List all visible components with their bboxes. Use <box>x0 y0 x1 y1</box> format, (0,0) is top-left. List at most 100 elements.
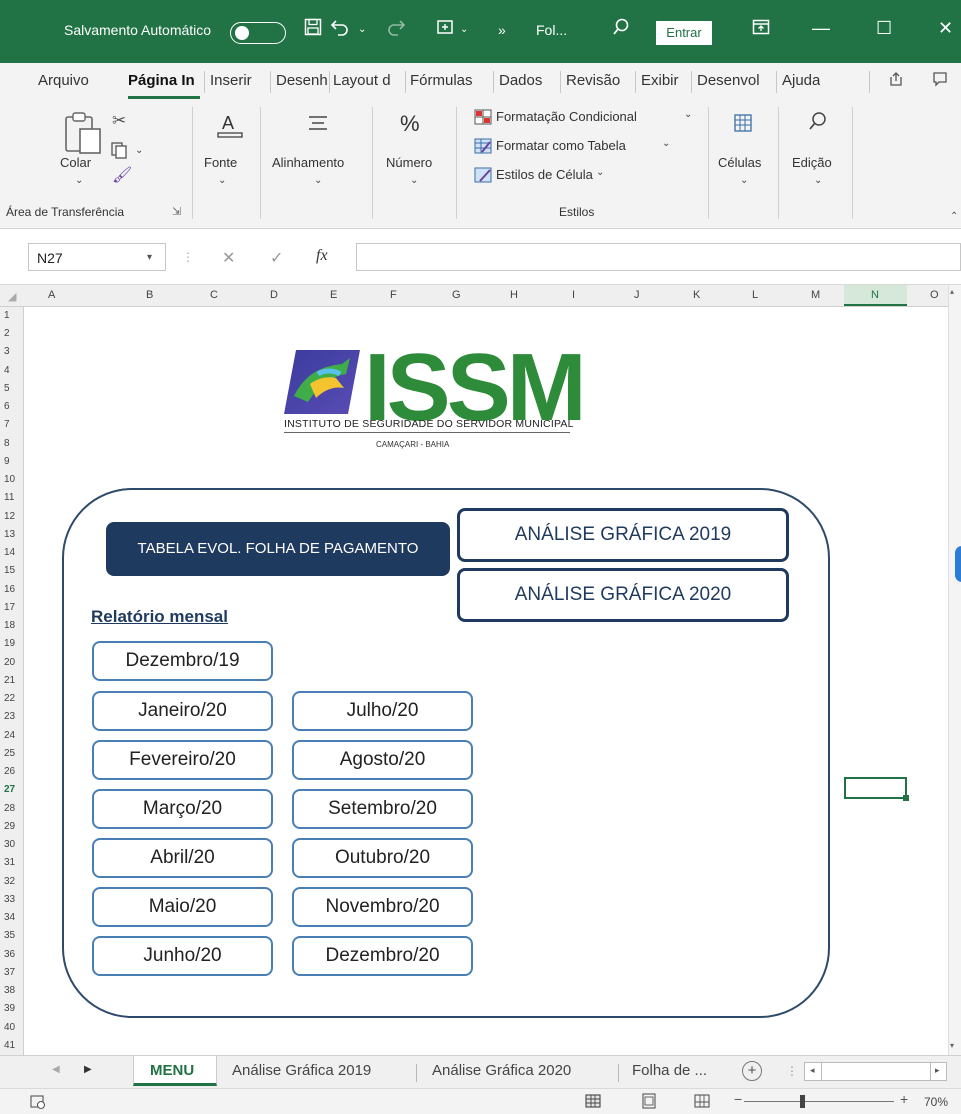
scroll-left-icon[interactable]: ◂ <box>810 1065 815 1076</box>
row-header[interactable]: 39 <box>4 1003 15 1014</box>
row-header[interactable]: 18 <box>4 620 15 631</box>
cells-dropdown-icon[interactable]: ⌄ <box>740 175 748 186</box>
conditional-format-dropdown-icon[interactable]: ⌄ <box>684 109 692 120</box>
alignment-label[interactable]: Alinhamento <box>272 155 344 170</box>
row-header[interactable]: 34 <box>4 912 15 923</box>
row-header[interactable]: 9 <box>4 456 10 467</box>
row-header[interactable]: 13 <box>4 529 15 540</box>
font-icon[interactable]: A <box>216 111 244 144</box>
row-header[interactable]: 22 <box>4 693 15 704</box>
row-header[interactable]: 24 <box>4 730 15 741</box>
tab-exibir[interactable]: Exibir <box>641 72 679 89</box>
scroll-down-icon[interactable]: ▾ <box>950 1041 954 1050</box>
month-button-outubro-20[interactable]: Outubro/20 <box>292 838 473 878</box>
column-header[interactable]: O <box>930 289 939 301</box>
row-header[interactable]: 15 <box>4 565 15 576</box>
cell-styles-button[interactable]: Estilos de Célula <box>496 167 593 182</box>
analise-2019-button[interactable]: ANÁLISE GRÁFICA 2019 <box>457 508 789 562</box>
name-box[interactable]: N27 ▾ <box>28 243 166 271</box>
sign-in-button[interactable]: Entrar <box>656 21 712 45</box>
insert-function-icon[interactable]: fx <box>316 247 328 265</box>
row-header[interactable]: 14 <box>4 547 15 558</box>
close-icon[interactable]: ✕ <box>938 18 953 39</box>
paste-icon[interactable] <box>62 111 104 160</box>
row-header[interactable]: 32 <box>4 876 15 887</box>
tab-splitter-icon[interactable]: ⋮ <box>786 1064 798 1078</box>
conditional-format-button[interactable]: Formatação Condicional <box>496 109 637 124</box>
page-layout-icon[interactable] <box>641 1093 657 1112</box>
row-header[interactable]: 30 <box>4 839 15 850</box>
month-button-abril-20[interactable]: Abril/20 <box>92 838 273 878</box>
cancel-icon[interactable]: ✕ <box>222 248 235 268</box>
row-header[interactable]: 23 <box>4 711 15 722</box>
column-header[interactable]: J <box>634 289 640 301</box>
row-header[interactable]: 36 <box>4 949 15 960</box>
row-header[interactable]: 8 <box>4 438 10 449</box>
sheet-tab-folha[interactable]: Folha de ... <box>632 1062 707 1079</box>
tabela-evol-button[interactable]: TABELA EVOL. FOLHA DE PAGAMENTO <box>106 522 450 576</box>
column-header[interactable]: A <box>48 289 55 301</box>
row-header[interactable]: 27 <box>4 784 15 795</box>
row-header[interactable]: 12 <box>4 511 15 522</box>
tab-pagina-inicial[interactable]: Página In <box>128 72 202 89</box>
row-header[interactable]: 41 <box>4 1040 15 1051</box>
row-header[interactable]: 38 <box>4 985 15 996</box>
month-button-julho-20[interactable]: Julho/20 <box>292 691 473 731</box>
row-header[interactable]: 19 <box>4 638 15 649</box>
row-header[interactable]: 6 <box>4 401 10 412</box>
formula-input[interactable] <box>356 243 961 271</box>
copy-dropdown-icon[interactable]: ⌄ <box>135 145 143 156</box>
share-icon[interactable] <box>888 71 904 91</box>
column-header[interactable]: I <box>572 289 575 301</box>
normal-view-icon[interactable] <box>585 1093 601 1112</box>
save-icon[interactable] <box>304 18 322 41</box>
format-as-table-button[interactable]: Formatar como Tabela <box>496 138 626 153</box>
paste-dropdown-icon[interactable]: ⌄ <box>75 175 83 186</box>
row-header[interactable]: 37 <box>4 967 15 978</box>
add-sheet-icon[interactable]: + <box>742 1061 762 1081</box>
column-header[interactable]: H <box>510 289 518 301</box>
column-header[interactable]: C <box>210 289 218 301</box>
tab-dados[interactable]: Dados <box>499 72 542 89</box>
row-header[interactable]: 5 <box>4 383 10 394</box>
analise-2020-button[interactable]: ANÁLISE GRÁFICA 2020 <box>457 568 789 622</box>
row-header[interactable]: 3 <box>4 346 10 357</box>
column-header[interactable]: M <box>811 289 820 301</box>
cells-icon[interactable] <box>733 113 753 136</box>
autosave-toggle[interactable] <box>230 22 286 44</box>
month-button-fevereiro-20[interactable]: Fevereiro/20 <box>92 740 273 780</box>
row-header[interactable]: 17 <box>4 602 15 613</box>
zoom-out-icon[interactable]: − <box>734 1091 742 1107</box>
row-header[interactable]: 10 <box>4 474 15 485</box>
horizontal-scrollbar[interactable]: ◂ ▸ <box>804 1062 947 1081</box>
row-header[interactable]: 1 <box>4 310 10 321</box>
alignment-icon[interactable] <box>306 113 330 138</box>
month-button-novembro-20[interactable]: Novembro/20 <box>292 887 473 927</box>
row-header[interactable]: 11 <box>4 492 14 503</box>
tab-formulas[interactable]: Fórmulas <box>410 72 473 89</box>
alignment-dropdown-icon[interactable]: ⌄ <box>314 175 322 186</box>
month-button-setembro-20[interactable]: Setembro/20 <box>292 789 473 829</box>
minimize-icon[interactable]: — <box>812 18 830 39</box>
editing-dropdown-icon[interactable]: ⌄ <box>814 175 822 186</box>
cell-styles-dropdown-icon[interactable]: ⌄ <box>596 167 604 178</box>
accessibility-icon[interactable] <box>30 1094 46 1113</box>
file-name[interactable]: Fol... <box>536 22 567 38</box>
editing-label[interactable]: Edição <box>792 155 832 170</box>
customize-dropdown-icon[interactable]: ⌄ <box>460 24 468 35</box>
number-dropdown-icon[interactable]: ⌄ <box>410 175 418 186</box>
row-header[interactable]: 35 <box>4 930 15 941</box>
column-header[interactable]: N <box>871 289 879 301</box>
column-header[interactable]: E <box>330 289 337 301</box>
month-button-junho-20[interactable]: Junho/20 <box>92 936 273 976</box>
tab-revisao[interactable]: Revisão <box>566 72 620 89</box>
sheet-tab-analise-2019[interactable]: Análise Gráfica 2019 <box>232 1062 371 1079</box>
vertical-scrollbar[interactable]: ▴ ▾ <box>948 285 961 1055</box>
row-header[interactable]: 21 <box>4 675 15 686</box>
redo-icon[interactable] <box>384 18 406 41</box>
next-sheet-icon[interactable]: ▶ <box>84 1064 92 1075</box>
undo-dropdown-icon[interactable]: ⌄ <box>358 24 366 35</box>
maximize-icon[interactable]: ☐ <box>876 18 892 39</box>
comments-icon[interactable] <box>932 71 948 91</box>
month-button-dezembro-20[interactable]: Dezembro/20 <box>292 936 473 976</box>
